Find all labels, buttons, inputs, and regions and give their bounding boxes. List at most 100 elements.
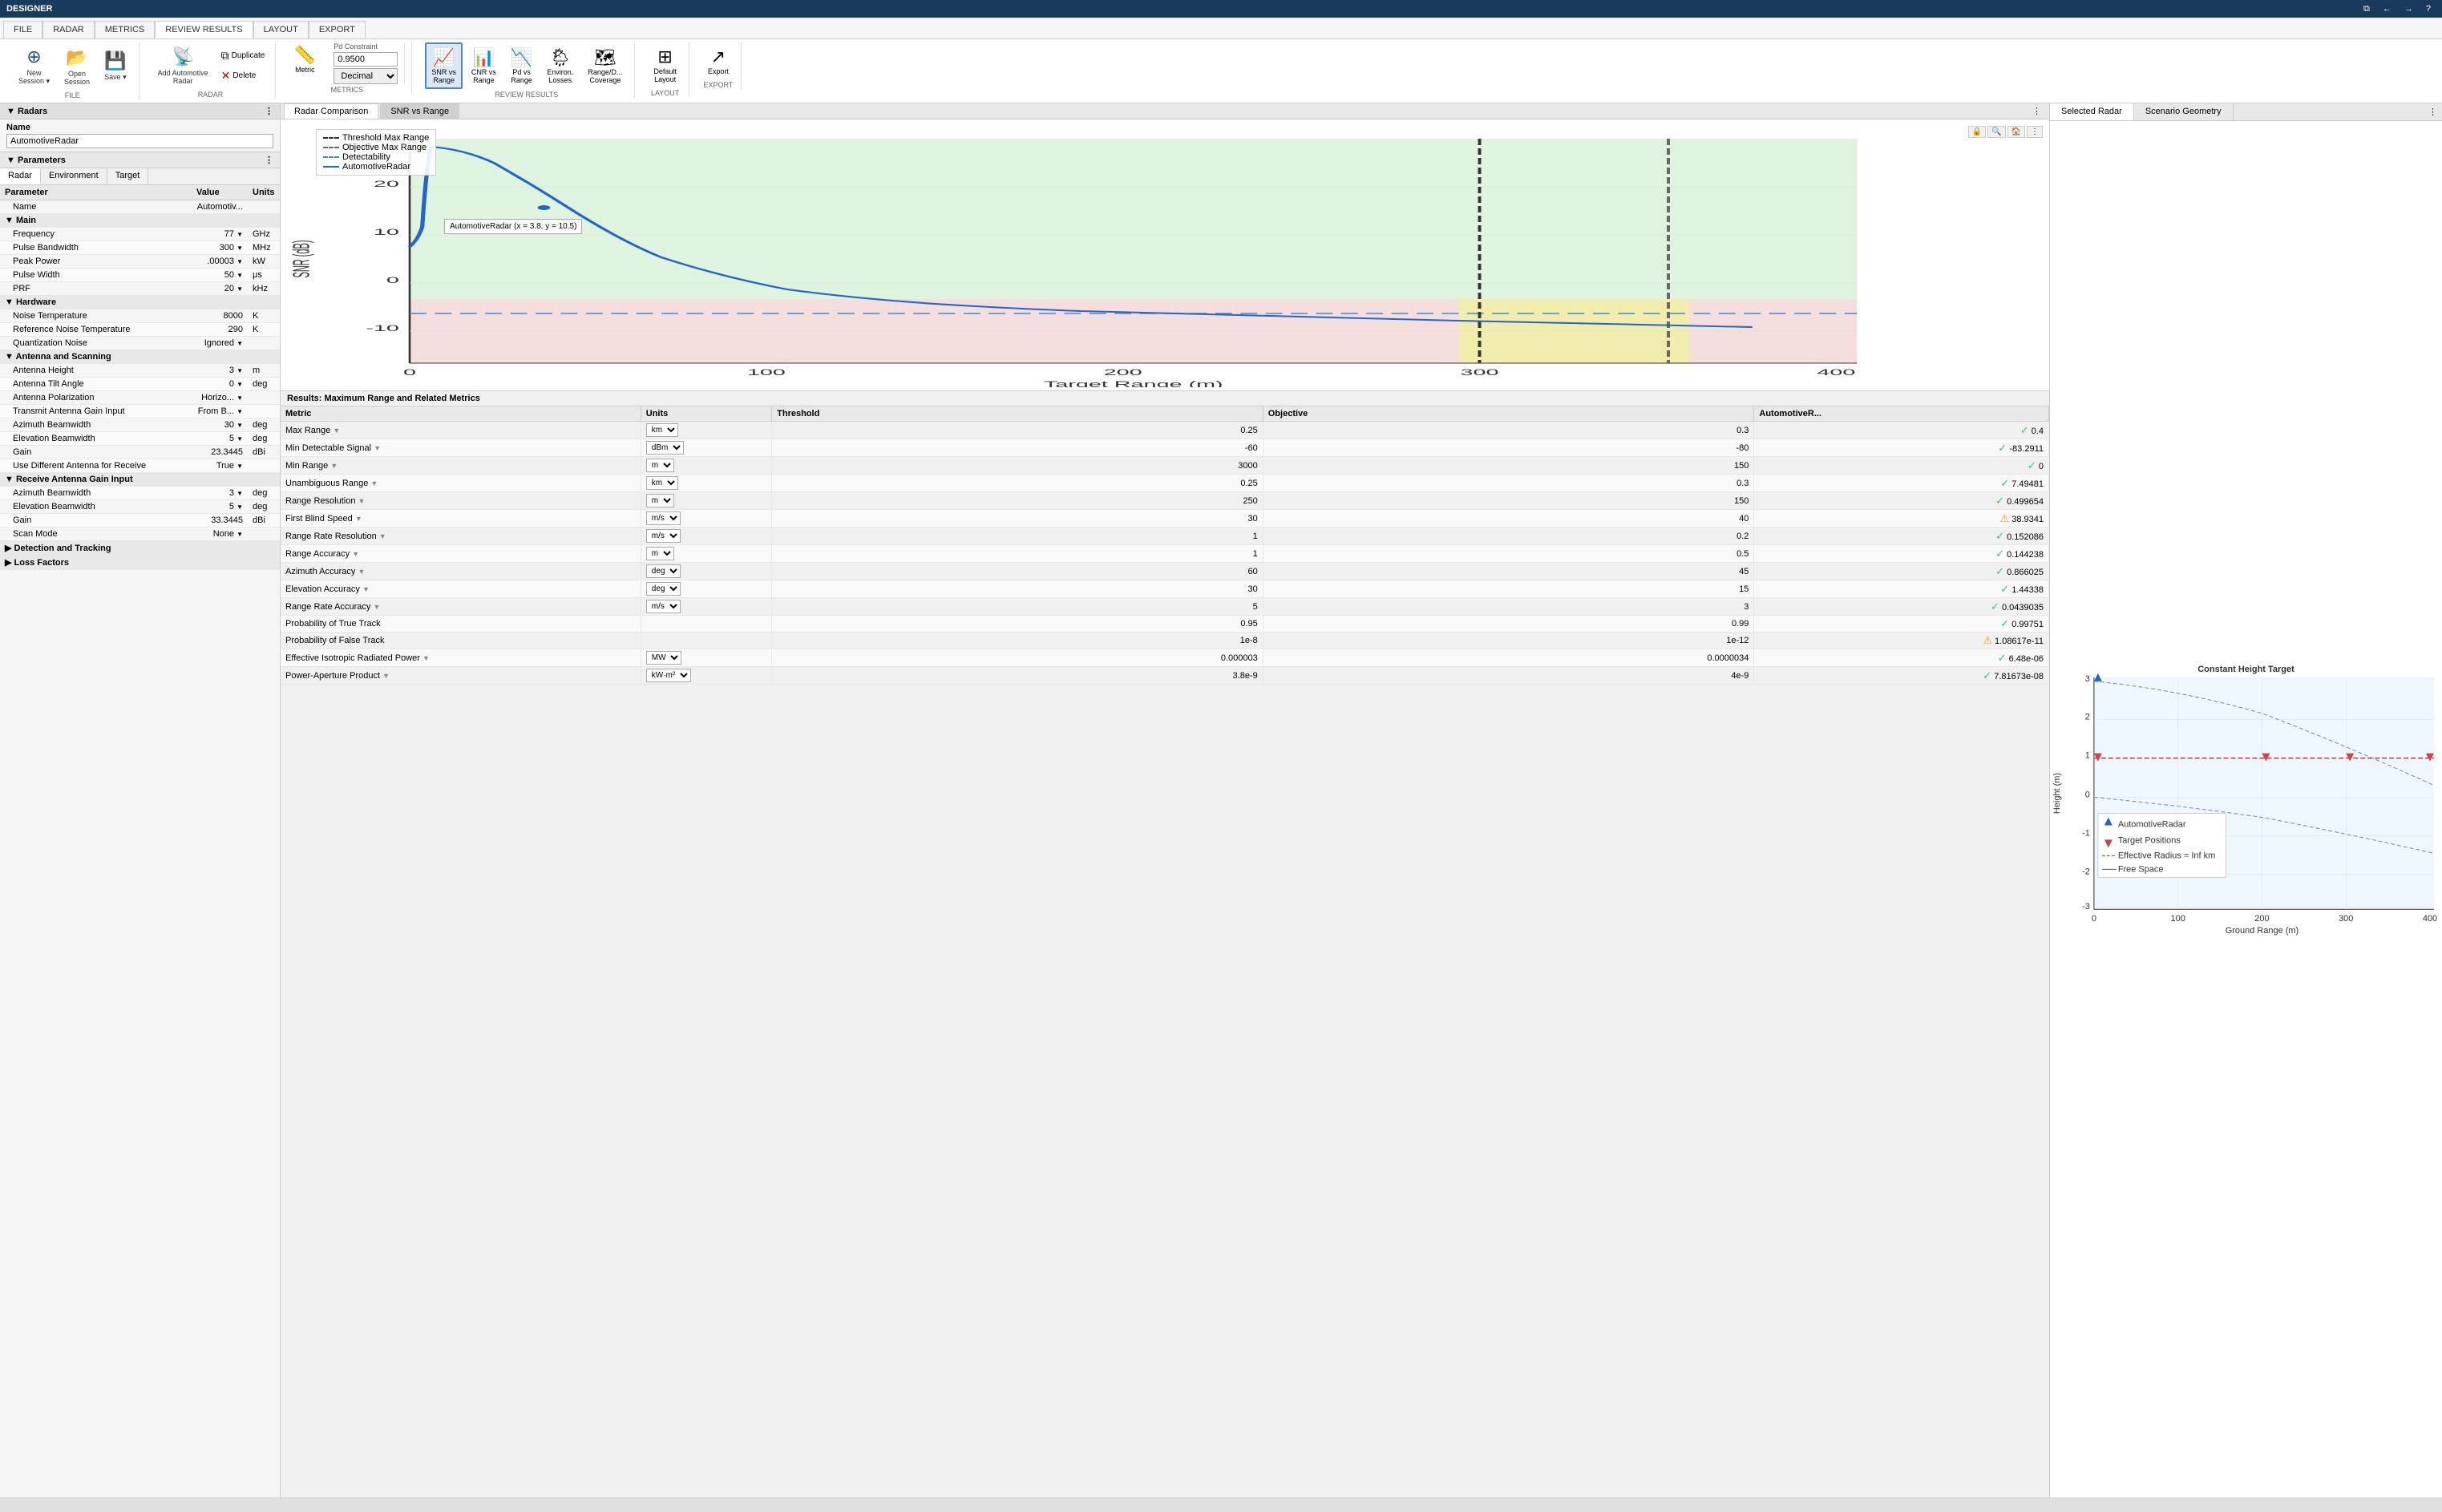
export-button[interactable]: ↗ Export (702, 42, 734, 79)
metric-dropdown[interactable]: ▼ (355, 515, 362, 523)
radars-section-header[interactable]: ▼ Radars ⋮ (0, 103, 280, 119)
param-group-receive-antenna-gain-input[interactable]: ▼ Receive Antenna Gain Input (0, 473, 280, 487)
tab-scenario-geometry[interactable]: Scenario Geometry (2134, 103, 2234, 120)
units-select[interactable]: m/s (646, 529, 681, 543)
svg-text:300: 300 (1461, 367, 1499, 378)
duplicate-button[interactable]: ⧉ Duplicate (217, 46, 269, 65)
tab-metrics[interactable]: METRICS (95, 21, 156, 38)
units-select[interactable]: km (646, 476, 678, 490)
dropdown-arrow[interactable]: ▼ (237, 463, 243, 470)
metric-dropdown[interactable]: ▼ (370, 479, 378, 487)
chart-ctrl-1[interactable]: 🔒 (1968, 126, 1986, 138)
tab-radar[interactable]: RADAR (42, 21, 95, 38)
units-select[interactable]: m (646, 494, 674, 507)
tab-radar-comparison[interactable]: Radar Comparison (284, 103, 378, 119)
results-table-container[interactable]: Metric Units Threshold Objective Automot… (281, 406, 2049, 1498)
environ-losses-button[interactable]: 🌦 Environ.Losses (541, 43, 579, 88)
dropdown-arrow[interactable]: ▼ (237, 394, 243, 402)
units-select[interactable]: kW·m² (646, 669, 691, 682)
dropdown-arrow[interactable]: ▼ (237, 531, 243, 538)
units-select[interactable]: deg (646, 582, 681, 596)
open-session-button[interactable]: 📂 OpenSession (59, 43, 95, 90)
metric-icon-btn[interactable]: 📏 Metric (289, 42, 321, 76)
units-select[interactable]: m (646, 547, 674, 560)
tab-target-params[interactable]: Target (107, 168, 149, 184)
dropdown-arrow[interactable]: ▼ (237, 285, 243, 293)
units-select[interactable]: MW (646, 651, 681, 665)
units-select[interactable]: km (646, 423, 678, 437)
param-section-loss-factors[interactable]: ▶ Loss Factors (0, 556, 280, 570)
back-btn[interactable]: ← (2378, 2, 2396, 16)
tab-export[interactable]: EXPORT (309, 21, 366, 38)
dropdown-arrow[interactable]: ▼ (237, 381, 243, 388)
metric-dropdown[interactable]: ▼ (379, 532, 386, 540)
units-select[interactable]: dBm (646, 441, 684, 455)
units-select[interactable]: deg (646, 564, 681, 578)
dropdown-arrow[interactable]: ▼ (237, 490, 243, 497)
metric-dropdown[interactable]: ▼ (373, 603, 380, 611)
metric-dropdown[interactable]: ▼ (333, 427, 340, 435)
forward-btn[interactable]: → (2400, 2, 2418, 16)
ribbon-tabs: FILE RADAR METRICS REVIEW RESULTS LAYOUT… (0, 21, 2442, 38)
chart-ctrl-4[interactable]: ⋮ (2027, 126, 2043, 138)
chart-ctrl-3[interactable]: 🏠 (2007, 126, 2025, 138)
param-name: Reference Noise Temperature (0, 323, 192, 337)
tab-snr-vs-range[interactable]: SNR vs Range (380, 103, 459, 119)
chart-tab-more[interactable]: ⋮ (2028, 103, 2046, 119)
param-unit: m (248, 364, 280, 378)
tab-layout[interactable]: LAYOUT (253, 21, 309, 38)
default-layout-button[interactable]: ⊞ DefaultLayout (648, 42, 682, 87)
pd-constraint-input[interactable] (334, 52, 398, 67)
param-group-hardware[interactable]: ▼ Hardware (0, 296, 280, 309)
dropdown-arrow[interactable]: ▼ (237, 503, 243, 511)
radar-name-input[interactable] (6, 134, 273, 148)
tab-review-results[interactable]: REVIEW RESULTS (155, 21, 253, 38)
param-section-detection-and-tracking[interactable]: ▶ Detection and Tracking (0, 541, 280, 556)
tab-environment-params[interactable]: Environment (41, 168, 107, 184)
cnr-vs-range-button[interactable]: 📊 CNR vsRange (466, 43, 502, 88)
chart-ctrl-2[interactable]: 🔍 (1987, 126, 2005, 138)
param-name: Antenna Tilt Angle (0, 378, 192, 391)
tab-file[interactable]: FILE (3, 21, 42, 38)
save-button[interactable]: 💾 Save ▾ (99, 46, 132, 86)
restore-btn[interactable]: ⧉ (2359, 2, 2375, 16)
add-automotive-radar-button[interactable]: 📡 Add AutomotiveRadar (152, 42, 214, 89)
metric-dropdown[interactable]: ▼ (358, 568, 365, 576)
dropdown-arrow[interactable]: ▼ (237, 245, 243, 252)
tab-selected-radar[interactable]: Selected Radar (2050, 103, 2134, 120)
snr-vs-range-button[interactable]: 📈 SNR vsRange (425, 42, 463, 89)
units-select[interactable]: m/s (646, 600, 681, 613)
metric-dropdown[interactable]: ▼ (352, 550, 359, 558)
range-coverage-button[interactable]: 🗺 Range/D...Coverage (582, 43, 628, 88)
dropdown-arrow[interactable]: ▼ (237, 435, 243, 443)
help-btn[interactable]: ? (2421, 2, 2436, 16)
dropdown-arrow[interactable]: ▼ (237, 258, 243, 265)
metric-select[interactable]: Decimal (334, 68, 398, 84)
radars-menu-icon[interactable]: ⋮ (265, 106, 273, 116)
right-tab-more[interactable]: ⋮ (2424, 103, 2442, 120)
dropdown-arrow[interactable]: ▼ (237, 408, 243, 415)
metric-dropdown[interactable]: ▼ (422, 654, 430, 662)
dropdown-arrow[interactable]: ▼ (237, 231, 243, 238)
param-row-15: Transmit Antenna Gain Input From B... ▼ (0, 405, 280, 418)
dropdown-arrow[interactable]: ▼ (237, 367, 243, 374)
param-group-main[interactable]: ▼ Main (0, 214, 280, 228)
dropdown-arrow[interactable]: ▼ (237, 422, 243, 429)
parameters-header[interactable]: ▼ Parameters ⋮ (0, 152, 280, 168)
dropdown-arrow[interactable]: ▼ (237, 272, 243, 279)
param-group-antenna-and-scanning[interactable]: ▼ Antenna and Scanning (0, 350, 280, 364)
metric-dropdown[interactable]: ▼ (330, 462, 338, 470)
tab-radar-params[interactable]: Radar (0, 168, 41, 184)
parameters-menu-icon[interactable]: ⋮ (265, 155, 273, 165)
units-select[interactable]: m (646, 459, 674, 472)
pd-vs-range-button[interactable]: 📉 Pd vsRange (505, 43, 538, 88)
metric-dropdown[interactable]: ▼ (358, 497, 366, 505)
delete-button[interactable]: ✕ Delete (217, 67, 269, 85)
delete-icon: ✕ (221, 69, 231, 83)
units-select[interactable]: m/s (646, 511, 681, 525)
metric-dropdown[interactable]: ▼ (374, 444, 381, 452)
dropdown-arrow[interactable]: ▼ (237, 340, 243, 347)
metric-dropdown[interactable]: ▼ (362, 585, 370, 593)
metric-dropdown[interactable]: ▼ (382, 672, 390, 680)
new-session-button[interactable]: ⊕ NewSession ▾ (13, 42, 55, 90)
